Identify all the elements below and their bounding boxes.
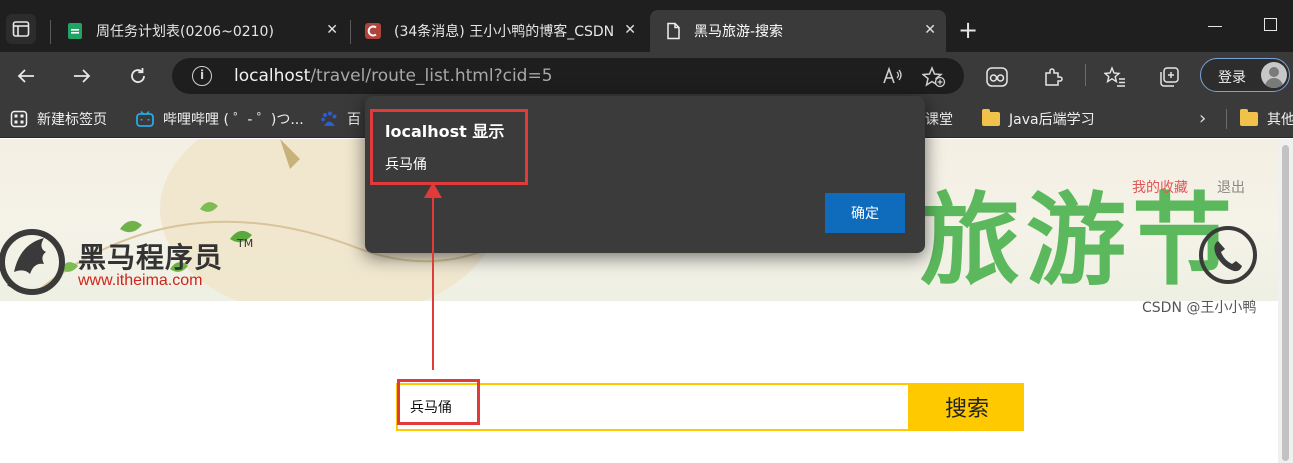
read-aloud-icon[interactable] bbox=[882, 66, 904, 86]
forward-button[interactable] bbox=[68, 62, 96, 90]
bookmark-label: 其他 bbox=[1267, 112, 1293, 128]
tab-close-icon[interactable]: ✕ bbox=[924, 22, 936, 38]
add-favorite-icon[interactable] bbox=[922, 66, 946, 88]
tracking-glasses-icon[interactable] bbox=[986, 66, 1008, 88]
tab-title: (34条消息) 王小小鸭的博客_CSDN bbox=[394, 24, 615, 40]
browser-tab-strip: 周任务计划表(0206~0210) ✕ (34条消息) 王小小鸭的博客_CSDN… bbox=[0, 0, 1293, 52]
tab-separator bbox=[50, 20, 51, 44]
folder-icon bbox=[982, 109, 1000, 126]
tab-close-icon[interactable]: ✕ bbox=[624, 22, 636, 38]
new-tab-page-icon bbox=[10, 110, 28, 128]
browser-toolbar: i localhost/travel/route_list.html?cid=5 bbox=[0, 52, 1293, 100]
spreadsheet-icon bbox=[68, 23, 82, 39]
maximize-icon[interactable] bbox=[1264, 18, 1277, 31]
address-url[interactable]: localhost/travel/route_list.html?cid=5 bbox=[234, 66, 553, 86]
bookmark-new-tab[interactable]: 新建标签页 bbox=[10, 109, 107, 129]
tab-close-icon[interactable]: ✕ bbox=[326, 22, 338, 38]
tab-weekly-plan[interactable]: 周任务计划表(0206~0210) ✕ bbox=[52, 10, 348, 52]
folder-icon bbox=[1240, 109, 1258, 126]
bookmarks-separator bbox=[1226, 109, 1227, 129]
bookmarks-overflow-chevron-icon[interactable]: › bbox=[1199, 108, 1206, 129]
url-host: localhost bbox=[234, 66, 311, 86]
url-path: /travel/route_list.html?cid=5 bbox=[310, 66, 553, 86]
search-input[interactable] bbox=[396, 383, 910, 431]
dialog-ok-button[interactable]: 确定 bbox=[825, 193, 905, 233]
annotation-arrow-icon bbox=[424, 182, 442, 370]
bookmark-classroom[interactable]: 课堂 bbox=[925, 109, 953, 129]
page-icon bbox=[667, 22, 680, 40]
collections-icon[interactable] bbox=[1158, 66, 1180, 88]
toolbar-divider bbox=[1085, 64, 1086, 86]
bookmark-bilibili[interactable]: 哔哩哔哩 ( ゜- ゜)つ... bbox=[136, 109, 304, 129]
csdn-watermark: CSDN @王小小鸭 bbox=[1142, 300, 1257, 316]
address-bar[interactable]: i localhost/travel/route_list.html?cid=5 bbox=[172, 58, 964, 94]
phone-icon bbox=[1199, 226, 1257, 284]
tab-title: 周任务计划表(0206~0210) bbox=[96, 24, 274, 40]
bookmark-label: 百 bbox=[347, 112, 361, 128]
csdn-logo-icon bbox=[365, 23, 381, 39]
back-arrow-icon bbox=[17, 69, 34, 83]
reload-icon bbox=[131, 68, 145, 83]
extensions-icon[interactable] bbox=[1042, 66, 1064, 88]
search-button[interactable]: 搜索 bbox=[910, 383, 1024, 431]
tab-csdn-blog[interactable]: (34条消息) 王小小鸭的博客_CSDN ✕ bbox=[350, 10, 646, 52]
reload-button[interactable] bbox=[124, 62, 152, 90]
new-tab-button[interactable]: + bbox=[958, 18, 978, 42]
tab-heima-search[interactable]: 黑马旅游-搜索 ✕ bbox=[650, 10, 946, 52]
site-info-icon[interactable]: i bbox=[192, 66, 212, 86]
baidu-paw-icon bbox=[321, 111, 337, 126]
avatar bbox=[1261, 62, 1287, 88]
bookmark-baidu[interactable]: 百 bbox=[320, 109, 361, 129]
bookmark-label: Java后端学习 bbox=[1009, 112, 1095, 128]
favorites-list-icon[interactable] bbox=[1104, 66, 1126, 88]
login-label: 登录 bbox=[1218, 70, 1246, 86]
bookmark-label: 课堂 bbox=[925, 112, 953, 128]
bilibili-icon bbox=[136, 110, 154, 127]
dialog-message: 兵马俑 bbox=[385, 157, 427, 173]
bookmark-label: 新建标签页 bbox=[37, 112, 107, 128]
bookmark-java-folder[interactable]: Java后端学习 bbox=[982, 109, 1095, 129]
minimize-icon[interactable] bbox=[1208, 26, 1222, 27]
profile-login-button[interactable]: 登录 bbox=[1200, 58, 1290, 92]
forward-arrow-icon bbox=[74, 69, 91, 83]
bookmark-label: 哔哩哔哩 ( ゜- ゜)つ... bbox=[163, 112, 304, 128]
tab-actions-icon bbox=[12, 21, 30, 37]
tab-title: 黑马旅游-搜索 bbox=[694, 24, 784, 40]
dialog-title: localhost 显示 bbox=[385, 122, 505, 141]
bookmark-other-folder[interactable]: 其他 bbox=[1240, 109, 1293, 129]
back-button[interactable] bbox=[12, 62, 40, 90]
tab-actions-button[interactable] bbox=[6, 14, 36, 44]
